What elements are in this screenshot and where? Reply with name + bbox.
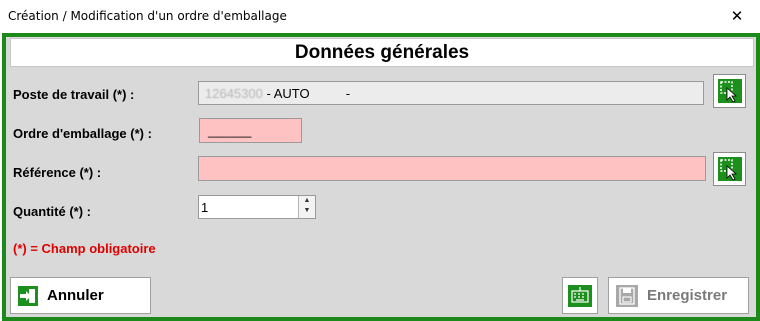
stepper-up-icon[interactable]: ▲ — [299, 196, 315, 206]
ordre-value: ______ — [208, 123, 252, 138]
window-title: Création / Modification d'un ordre d'emb… — [8, 9, 287, 23]
exit-arrow-icon — [18, 285, 38, 306]
title-bar: Création / Modification d'un ordre d'emb… — [0, 0, 760, 33]
keyboard-button[interactable] — [562, 277, 598, 314]
save-button[interactable]: Enregistrer — [608, 277, 749, 314]
reference-label: Référence (*) : — [13, 165, 102, 180]
cancel-label: Annuler — [47, 287, 104, 304]
required-note: (*) = Champ obligatoire — [13, 241, 156, 256]
quantite-input[interactable]: 1 ▲ ▼ — [198, 195, 316, 219]
poste-picker-button[interactable] — [713, 74, 746, 108]
ordre-label: Ordre d'emballage (*) : — [13, 126, 152, 141]
quantite-label: Quantité (*) : — [13, 204, 91, 219]
form-frame: Données générales Poste de travail (*) :… — [2, 33, 760, 321]
poste-label: Poste de travail (*) : — [13, 87, 135, 102]
keyboard-icon — [568, 284, 592, 307]
quantite-stepper[interactable]: ▲ ▼ — [298, 196, 315, 218]
pick-cursor-icon — [717, 79, 742, 103]
close-icon: ✕ — [730, 8, 744, 25]
save-label: Enregistrer — [647, 287, 728, 304]
cancel-button[interactable]: Annuler — [10, 277, 151, 314]
quantite-value: 1 — [201, 200, 209, 215]
stepper-down-icon[interactable]: ▼ — [299, 206, 315, 216]
pick-cursor-icon — [717, 157, 742, 181]
section-header: Données générales — [10, 38, 754, 67]
close-button[interactable]: ✕ — [714, 0, 760, 32]
ordre-input[interactable]: ______ — [199, 118, 302, 143]
reference-input[interactable] — [198, 156, 706, 181]
poste-code: 12645300 — [205, 86, 263, 101]
poste-field: 12645300 - AUTO - — [198, 81, 704, 105]
floppy-disk-icon — [616, 284, 638, 307]
poste-value: - AUTO - — [266, 86, 351, 101]
reference-picker-button[interactable] — [713, 152, 746, 186]
